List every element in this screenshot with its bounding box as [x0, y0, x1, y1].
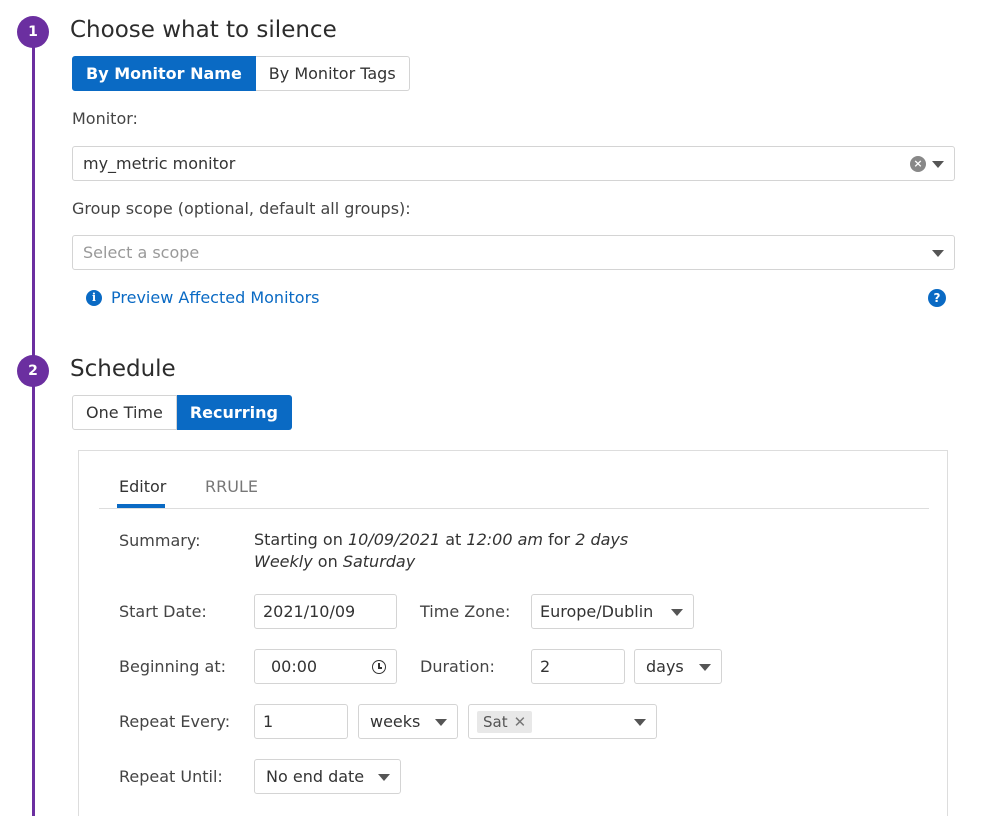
recurring-button[interactable]: Recurring — [176, 395, 292, 430]
duration-input[interactable] — [540, 657, 616, 676]
summary-duration: 2 days — [575, 530, 629, 549]
summary-at: at — [445, 530, 462, 549]
recurring-schedule-panel: Editor RRULE Summary: Starting on 10/09/… — [78, 450, 948, 816]
by-monitor-name-button[interactable]: By Monitor Name — [72, 56, 256, 91]
group-scope-label: Group scope (optional, default all group… — [72, 199, 411, 218]
time-zone-select[interactable]: Europe/Dublin — [531, 594, 694, 629]
group-scope-placeholder: Select a scope — [83, 243, 200, 262]
monitor-label: Monitor: — [72, 109, 138, 128]
clock-icon[interactable] — [372, 660, 386, 674]
step-2-title: Schedule — [70, 356, 176, 382]
one-time-button[interactable]: One Time — [72, 395, 177, 430]
info-icon: i — [86, 289, 102, 306]
summary-on: on — [317, 552, 338, 571]
beginning-at-field[interactable]: 00:00 — [254, 649, 397, 684]
start-date-input[interactable] — [263, 602, 388, 621]
step-2-badge: 2 — [17, 355, 49, 387]
repeat-until-label: Repeat Until: — [119, 767, 223, 786]
summary-date: 10/09/2021 — [347, 530, 441, 549]
schedule-summary: Starting on 10/09/2021 at 12:00 am for 2… — [254, 529, 628, 573]
chevron-down-icon[interactable] — [378, 774, 390, 781]
time-zone-value: Europe/Dublin — [540, 602, 654, 621]
chevron-down-icon[interactable] — [435, 719, 447, 726]
active-tab-indicator — [117, 504, 165, 508]
repeat-every-input[interactable] — [263, 712, 339, 731]
schedule-type-toggle: One Time Recurring — [72, 395, 292, 430]
group-scope-select[interactable]: Select a scope — [72, 235, 955, 270]
day-tag-sat: Sat ✕ — [477, 710, 533, 733]
summary-frequency: Weekly — [254, 552, 313, 571]
close-icon[interactable]: ✕ — [514, 713, 527, 731]
monitor-select-value: my_metric monitor — [83, 154, 236, 173]
chevron-down-icon[interactable] — [699, 664, 711, 671]
monitor-select[interactable]: my_metric monitor × — [72, 146, 955, 181]
beginning-at-value[interactable]: 00:00 — [271, 657, 317, 676]
summary-day: Saturday — [342, 552, 416, 571]
step-timeline-line — [32, 40, 35, 816]
day-tag-label: Sat — [483, 712, 508, 731]
duration-label: Duration: — [420, 657, 495, 676]
repeat-until-value: No end date — [266, 767, 365, 786]
preview-affected-monitors-link[interactable]: i Preview Affected Monitors — [86, 288, 320, 307]
summary-starting-on: Starting on — [254, 530, 343, 549]
step-1-title: Choose what to silence — [70, 17, 337, 43]
duration-unit-select[interactable]: days — [634, 649, 722, 684]
tab-editor[interactable]: Editor — [119, 477, 166, 496]
tab-rrule[interactable]: RRULE — [205, 477, 258, 496]
repeat-every-label: Repeat Every: — [119, 712, 231, 731]
repeat-every-field[interactable] — [254, 704, 348, 739]
chevron-down-icon[interactable] — [634, 719, 646, 726]
help-icon[interactable]: ? — [928, 289, 946, 307]
clear-icon[interactable]: × — [910, 156, 926, 172]
start-date-label: Start Date: — [119, 602, 207, 621]
summary-label: Summary: — [119, 531, 201, 550]
step-1-badge: 1 — [17, 16, 49, 48]
repeat-days-select[interactable]: Sat ✕ — [468, 704, 657, 739]
summary-time: 12:00 am — [466, 530, 544, 549]
chevron-down-icon[interactable] — [932, 161, 944, 168]
silence-mode-toggle: By Monitor Name By Monitor Tags — [72, 56, 410, 91]
start-date-field[interactable] — [254, 594, 397, 629]
chevron-down-icon[interactable] — [671, 609, 683, 616]
time-zone-label: Time Zone: — [420, 602, 511, 621]
editor-tabs: Editor RRULE — [99, 451, 929, 509]
beginning-at-label: Beginning at: — [119, 657, 226, 676]
by-monitor-tags-button[interactable]: By Monitor Tags — [255, 56, 410, 91]
duration-field[interactable] — [531, 649, 625, 684]
repeat-until-select[interactable]: No end date — [254, 759, 401, 794]
repeat-every-unit-select[interactable]: weeks — [358, 704, 458, 739]
duration-unit-value: days — [646, 657, 684, 676]
preview-link-text[interactable]: Preview Affected Monitors — [111, 288, 320, 307]
repeat-every-unit-value: weeks — [370, 712, 421, 731]
chevron-down-icon[interactable] — [932, 250, 944, 257]
summary-for: for — [548, 530, 571, 549]
